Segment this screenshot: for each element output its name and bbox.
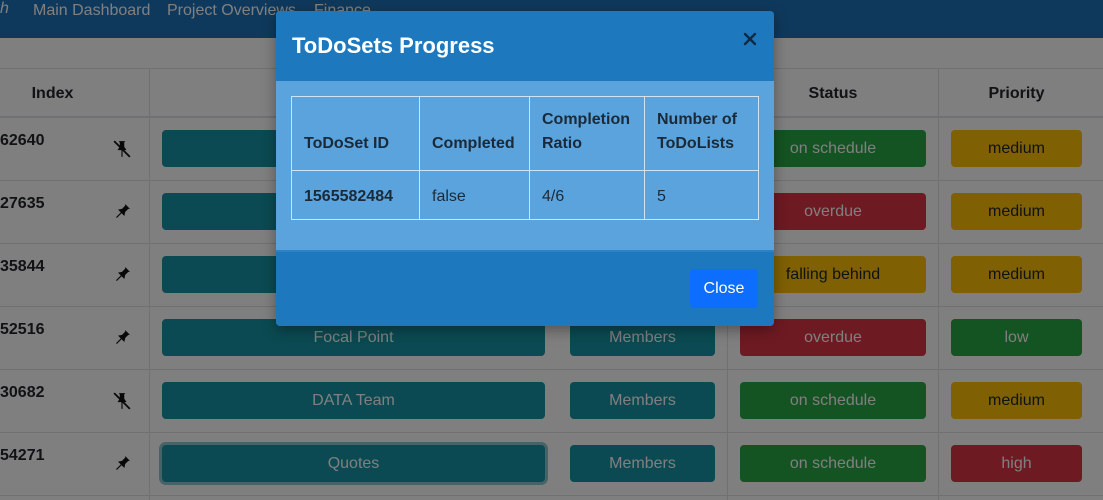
column-header-completed: Completed [420, 97, 530, 171]
completion-ratio-value: 4/6 [542, 188, 565, 205]
modal-title: ToDoSets Progress [292, 33, 495, 58]
completed-value: false [432, 188, 466, 205]
progress-table: ToDoSet ID Completed Completion Ratio Nu… [291, 96, 759, 220]
column-header-todoset-id: ToDoSet ID [292, 97, 420, 171]
completed-cell: false [420, 171, 530, 219]
todoset-id-cell: 1565582484 [292, 171, 420, 219]
modal-header: ToDoSets Progress [276, 11, 774, 81]
modal-footer: Close [276, 252, 774, 326]
column-header-number-of-todolists: Number of ToDoLists [645, 97, 758, 171]
close-icon[interactable] [742, 31, 758, 47]
number-of-todolists-value: 5 [657, 188, 666, 205]
number-of-todolists-cell: 5 [645, 171, 758, 219]
column-header-label: Number of ToDoLists [657, 111, 737, 152]
todoset-id-value: 1565582484 [304, 188, 393, 205]
column-header-label: Completion Ratio [542, 111, 630, 152]
close-button[interactable]: Close [690, 269, 758, 308]
completion-ratio-cell: 4/6 [530, 171, 645, 219]
modal-body: ToDoSet ID Completed Completion Ratio Nu… [276, 81, 774, 252]
column-header-completion-ratio: Completion Ratio [530, 97, 645, 171]
todosets-progress-modal: ToDoSets Progress ToDoSet ID Completed C… [276, 11, 774, 326]
column-header-label: Completed [432, 135, 515, 152]
column-header-label: ToDoSet ID [304, 135, 390, 152]
